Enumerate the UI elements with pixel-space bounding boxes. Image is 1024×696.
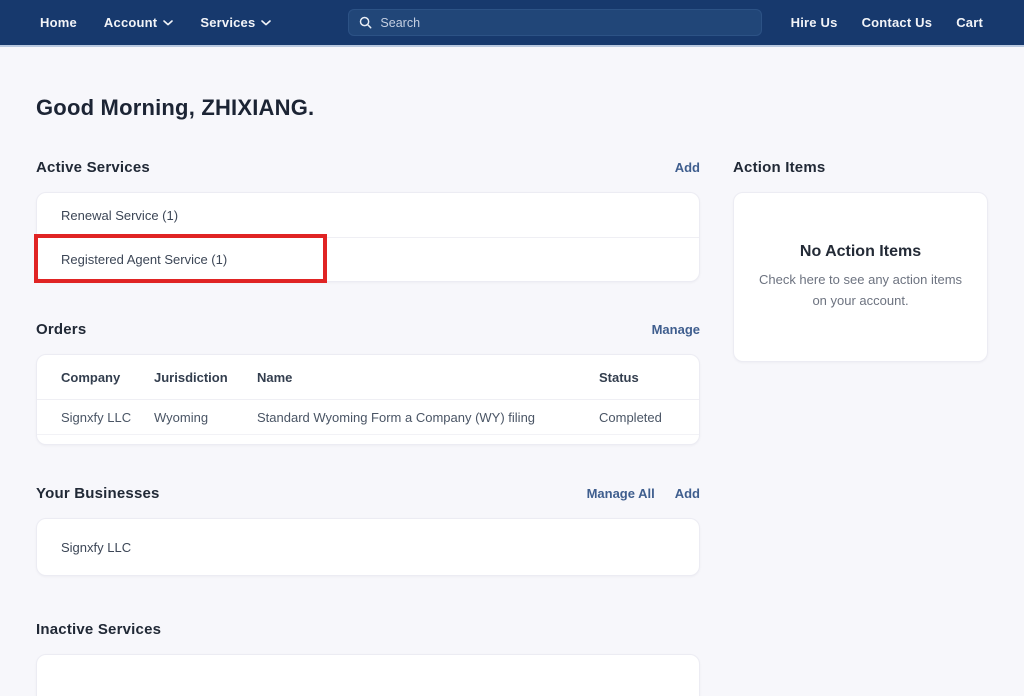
greeting-heading: Good Morning, ZHIXIANG. <box>36 95 988 121</box>
no-action-items-title: No Action Items <box>800 243 921 261</box>
search-icon <box>359 16 372 29</box>
nav-item-cart-label: Cart <box>956 15 983 30</box>
inactive-services-title: Inactive Services <box>36 621 161 638</box>
column-header-company: Company <box>61 370 154 385</box>
dashboard-columns: Active Services Add Renewal Service (1) … <box>36 159 988 696</box>
chevron-down-icon <box>163 20 173 26</box>
nav-item-home[interactable]: Home <box>40 15 77 30</box>
list-item-label: Signxfy LLC <box>61 540 131 555</box>
list-item-label: Registered Agent Service (1) <box>61 252 227 267</box>
inactive-services-card <box>36 654 700 696</box>
your-businesses-title: Your Businesses <box>36 485 160 502</box>
nav-right-group: Hire Us Contact Us Cart <box>791 15 983 30</box>
your-businesses-section: Your Businesses Manage All Add Signxfy L… <box>36 485 700 576</box>
nav-item-cart[interactable]: Cart <box>956 15 983 30</box>
nav-item-account-label: Account <box>104 15 157 30</box>
no-action-items-description: Check here to see any action items on yo… <box>756 270 965 310</box>
column-header-name: Name <box>257 370 599 385</box>
nav-item-home-label: Home <box>40 15 77 30</box>
list-item-registered-agent-service[interactable]: Registered Agent Service (1) <box>37 237 699 281</box>
left-column: Active Services Add Renewal Service (1) … <box>36 159 700 696</box>
nav-item-contact-us-label: Contact Us <box>862 15 933 30</box>
active-services-header: Active Services Add <box>36 159 700 176</box>
orders-card: Company Jurisdiction Name Status Signxfy… <box>36 354 700 445</box>
nav-item-hire-us[interactable]: Hire Us <box>791 15 838 30</box>
cell-company: Signxfy LLC <box>61 410 154 425</box>
search-input[interactable] <box>380 16 751 30</box>
active-services-section: Active Services Add Renewal Service (1) … <box>36 159 700 282</box>
main-content: Good Morning, ZHIXIANG. Active Services … <box>0 95 1024 696</box>
nav-item-account[interactable]: Account <box>104 15 173 30</box>
your-businesses-header: Your Businesses Manage All Add <box>36 485 700 502</box>
orders-manage-button[interactable]: Manage <box>652 322 700 337</box>
action-items-card: No Action Items Check here to see any ac… <box>733 192 988 362</box>
orders-title: Orders <box>36 321 86 338</box>
your-businesses-add-button[interactable]: Add <box>675 486 700 501</box>
list-item-renewal-service[interactable]: Renewal Service (1) <box>37 193 699 237</box>
your-businesses-manage-all-button[interactable]: Manage All <box>587 486 655 501</box>
action-items-header: Action Items <box>733 159 988 176</box>
action-items-section: Action Items No Action Items Check here … <box>733 159 988 362</box>
inactive-services-section: Inactive Services <box>36 621 700 696</box>
nav-item-services[interactable]: Services <box>200 15 271 30</box>
active-services-title: Active Services <box>36 159 150 176</box>
nav-item-hire-us-label: Hire Us <box>791 15 838 30</box>
top-navbar: Home Account Services Hire Us Contact Us <box>0 0 1024 47</box>
chevron-down-icon <box>261 20 271 26</box>
active-services-card: Renewal Service (1) Registered Agent Ser… <box>36 192 700 282</box>
column-header-status: Status <box>599 370 675 385</box>
right-column: Action Items No Action Items Check here … <box>733 159 988 362</box>
your-businesses-card: Signxfy LLC <box>36 518 700 576</box>
nav-item-services-label: Services <box>200 15 255 30</box>
cell-status: Completed <box>599 410 675 425</box>
action-items-title: Action Items <box>733 159 825 176</box>
inactive-services-header: Inactive Services <box>36 621 700 638</box>
orders-table-header: Company Jurisdiction Name Status <box>37 355 699 400</box>
list-item-business[interactable]: Signxfy LLC <box>37 519 699 575</box>
list-item-label: Renewal Service (1) <box>61 208 178 223</box>
nav-left-group: Home Account Services <box>40 15 271 30</box>
orders-header: Orders Manage <box>36 321 700 338</box>
column-header-jurisdiction: Jurisdiction <box>154 370 257 385</box>
active-services-add-button[interactable]: Add <box>675 160 700 175</box>
cell-jurisdiction: Wyoming <box>154 410 257 425</box>
cell-name: Standard Wyoming Form a Company (WY) fil… <box>257 410 599 425</box>
search-bar[interactable] <box>348 9 762 36</box>
orders-card-padding <box>37 435 699 444</box>
nav-item-contact-us[interactable]: Contact Us <box>862 15 933 30</box>
table-row[interactable]: Signxfy LLC Wyoming Standard Wyoming For… <box>37 400 699 435</box>
orders-section: Orders Manage Company Jurisdiction Name … <box>36 321 700 445</box>
